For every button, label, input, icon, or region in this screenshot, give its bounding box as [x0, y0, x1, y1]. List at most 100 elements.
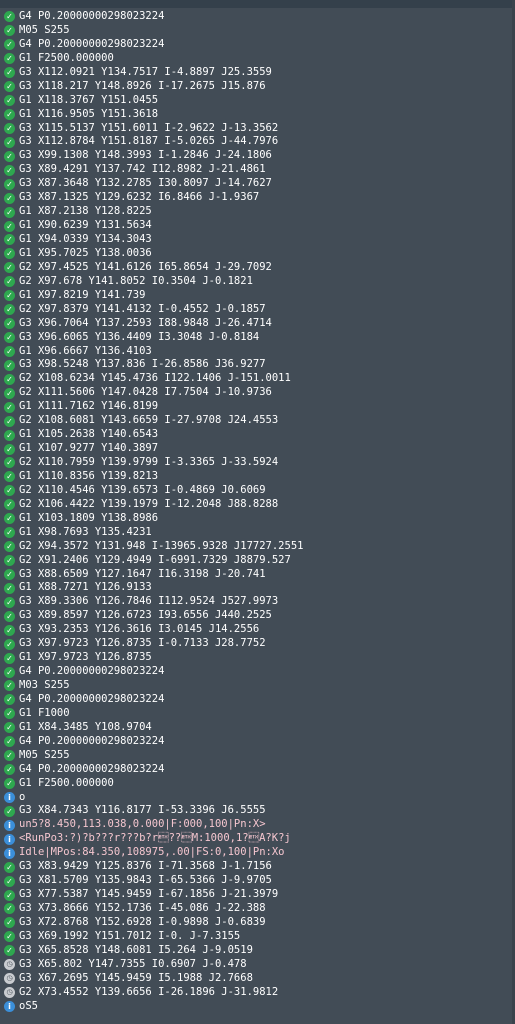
- info-circle-icon: i: [4, 1001, 15, 1013]
- log-row: ✓ G3 X89.8597 Y126.6723 I93.6556 J440.252…: [0, 609, 511, 623]
- log-row: ✓ G4 P0.20000000298023224: [0, 38, 511, 52]
- gcode-console-log[interactable]: ✓ G4 P0.20000000298023224 ✓ M05 S255 ✓ G4 P0.…: [0, 10, 511, 1022]
- log-row-text: G1 F2500.000000: [19, 51, 114, 64]
- check-circle-icon: ✓: [4, 318, 15, 330]
- log-row-text: G1 X94.0339 Y134.3043: [19, 233, 152, 245]
- log-row-text: G2 X108.6081 Y143.6659 I-27.9708 J24.455…: [19, 414, 279, 427]
- log-row-text: G4 P0.20000000298023224: [19, 762, 165, 775]
- log-row: ✓ G1 X88.7271 Y126.9133: [0, 581, 511, 595]
- log-row: ✓ G1 X87.2138 Y128.8225: [0, 205, 511, 219]
- log-row: ✓ G1 X97.9723 Y126.8735: [0, 651, 511, 665]
- check-circle-icon: ✓: [4, 122, 15, 134]
- check-circle-icon: ✓: [4, 582, 15, 594]
- check-circle-icon: ✓: [4, 276, 15, 288]
- log-row: ✓ G1 F1000: [0, 707, 511, 721]
- log-row-text: G1 X98.7693 Y135.4231: [19, 525, 152, 538]
- log-row-text: o: [19, 790, 26, 803]
- log-row-text: G3 X112.8784 Y151.8187 I-5.0265 J-44.797…: [19, 135, 279, 148]
- log-row: ✓ G3 X83.9429 Y125.8376 I-71.3568 J-1.715…: [0, 860, 511, 874]
- log-row: ✓ G1 F2500.000000: [0, 52, 511, 66]
- check-circle-icon: ✓: [4, 568, 15, 580]
- pending-clock-icon: ◷: [4, 959, 15, 971]
- log-row-text: G3 X81.5709 Y135.9843 I-65.5366 J-9.9705: [19, 874, 272, 887]
- log-row-text: G2 X110.4546 Y139.6573 I-0.4869 J0.6069: [19, 483, 266, 496]
- log-row: i <RunPo3:?)?b???r???b?r??M:1000,1?A?K…: [0, 832, 511, 846]
- log-row: ✓ G4 P0.20000000298023224: [0, 735, 511, 749]
- log-row-text: G4 P0.20000000298023224: [19, 37, 165, 50]
- log-row-text: G3 X77.5387 Y145.9459 I-67.1856 J-21.397…: [19, 888, 279, 901]
- check-circle-icon: ✓: [4, 164, 15, 176]
- check-circle-icon: ✓: [4, 750, 15, 762]
- log-row-text: G3 X98.5248 Y137.836 I-26.8586 J36.9277: [19, 358, 266, 371]
- check-circle-icon: ✓: [4, 401, 15, 413]
- log-row: ✓ G3 X77.5387 Y145.9459 I-67.1856 J-21.39…: [0, 888, 511, 902]
- log-row-text: G3 X67.2695 Y145.9459 I5.1988 J2.7668: [19, 971, 253, 984]
- log-row: ✓ G1 X107.9277 Y140.3897: [0, 442, 511, 456]
- check-circle-icon: ✓: [4, 499, 15, 511]
- check-circle-icon: ✓: [4, 192, 15, 204]
- check-circle-icon: ✓: [4, 764, 15, 776]
- log-row-text: G4 P0.20000000298023224: [19, 692, 165, 705]
- log-row-text: G1 X88.7271 Y126.9133: [19, 581, 152, 594]
- log-row: ✓ G4 P0.20000000298023224: [0, 665, 511, 679]
- check-circle-icon: ✓: [4, 624, 15, 636]
- log-row-text: G1 X116.9505 Y151.3618: [19, 107, 159, 120]
- log-row: ✓ G1 X111.7162 Y146.8199: [0, 400, 511, 414]
- log-row: ✓ G2 X97.4525 Y141.6126 I65.8654 J-29.709…: [0, 261, 511, 275]
- check-circle-icon: ✓: [4, 345, 15, 357]
- check-circle-icon: ✓: [4, 248, 15, 260]
- log-row-text: G1 X110.8356 Y139.8213: [19, 469, 159, 482]
- log-row: ✓ G3 X93.2353 Y126.3616 I3.0145 J14.2556: [0, 623, 511, 637]
- log-row: ✓ G3 X87.1325 Y129.6232 I6.8466 J-1.9367: [0, 191, 511, 205]
- log-row: ◷ G2 X73.4552 Y139.6656 I-26.1896 J-31.98…: [0, 986, 511, 1000]
- log-row-text: G2 X106.4422 Y139.1979 I-12.2048 J88.828…: [19, 497, 279, 510]
- log-row: ✓ G3 X69.1992 Y151.7012 I-0. J-7.3155: [0, 930, 511, 944]
- log-row: ✓ G3 X98.5248 Y137.836 I-26.8586 J36.9277: [0, 358, 511, 372]
- check-circle-icon: ✓: [4, 917, 15, 929]
- log-row: ✓ G2 X91.2406 Y129.4949 I-6991.7329 J8879…: [0, 554, 511, 568]
- log-row: ✓ G3 X97.9723 Y126.8735 I-0.7133 J28.7752: [0, 637, 511, 651]
- check-circle-icon: ✓: [4, 415, 15, 427]
- log-row: ✓ G1 X116.9505 Y151.3618: [0, 108, 511, 122]
- log-row: ✓ G1 X96.6667 Y136.4103: [0, 345, 511, 359]
- log-row: ✓ G3 X72.8768 Y152.6928 I-0.9898 J-0.6839: [0, 916, 511, 930]
- log-row-text: Idle|MPos:84.350,108975,.00|FS:0,100|Pn:…: [19, 846, 285, 859]
- check-circle-icon: ✓: [4, 861, 15, 873]
- log-row-text: G2 X97.8379 Y141.4132 I-0.4552 J-0.1857: [19, 302, 266, 315]
- log-row: ✓ G2 X110.7959 Y139.9799 I-3.3365 J-33.59…: [0, 456, 511, 470]
- log-row-text: G1 X95.7025 Y138.0036: [19, 246, 152, 259]
- check-circle-icon: ✓: [4, 666, 15, 678]
- log-row: ✓ G1 F2500.000000: [0, 777, 511, 791]
- log-row: ✓ G4 P0.20000000298023224: [0, 10, 511, 24]
- check-circle-icon: ✓: [4, 136, 15, 148]
- log-row-text: G4 P0.20000000298023224: [19, 665, 165, 678]
- check-circle-icon: ✓: [4, 387, 15, 399]
- log-row-text: G1 X84.3485 Y108.9704: [19, 720, 152, 733]
- log-row-text: G2 X94.3572 Y131.948 I-13965.9328 J17727…: [19, 539, 304, 552]
- check-circle-icon: ✓: [4, 945, 15, 957]
- log-row-text: G2 X110.7959 Y139.9799 I-3.3365 J-33.592…: [19, 456, 279, 468]
- window-top-strip: [0, 0, 515, 8]
- log-row-text: M03 S255: [19, 679, 70, 691]
- check-circle-icon: ✓: [4, 680, 15, 692]
- log-row-text: G3 X65.802 Y147.7355 I0.6907 J-0.478: [19, 957, 247, 970]
- check-circle-icon: ✓: [4, 150, 15, 162]
- log-row-text: G1 X111.7162 Y146.8199: [19, 400, 159, 413]
- log-row: ✓ G1 X95.7025 Y138.0036: [0, 247, 511, 261]
- log-row-text: G3 X87.1325 Y129.6232 I6.8466 J-1.9367: [19, 191, 260, 204]
- info-circle-icon: i: [4, 819, 15, 831]
- log-row-text: G1 X107.9277 Y140.3897: [19, 442, 159, 455]
- log-row-text: G3 X99.1308 Y148.3993 I-1.2846 J-24.1806: [19, 149, 272, 162]
- info-circle-icon: i: [4, 791, 15, 803]
- check-circle-icon: ✓: [4, 206, 15, 218]
- check-circle-icon: ✓: [4, 332, 15, 344]
- check-circle-icon: ✓: [4, 81, 15, 93]
- log-row-text: G1 X87.2138 Y128.8225: [19, 205, 152, 218]
- log-row-text: G3 X87.3648 Y132.2785 I30.8097 J-14.7627: [19, 177, 272, 190]
- log-row: ✓ G1 X110.8356 Y139.8213: [0, 470, 511, 484]
- log-row-text: G3 X73.8666 Y152.1736 I-45.086 J-22.388: [19, 902, 266, 914]
- log-row-text: G3 X88.6509 Y127.1647 I16.3198 J-20.741: [19, 567, 266, 580]
- log-row: ✓ G1 X90.6239 Y131.5634: [0, 219, 511, 233]
- log-row: ✓ M05 S255: [0, 749, 511, 763]
- check-circle-icon: ✓: [4, 220, 15, 232]
